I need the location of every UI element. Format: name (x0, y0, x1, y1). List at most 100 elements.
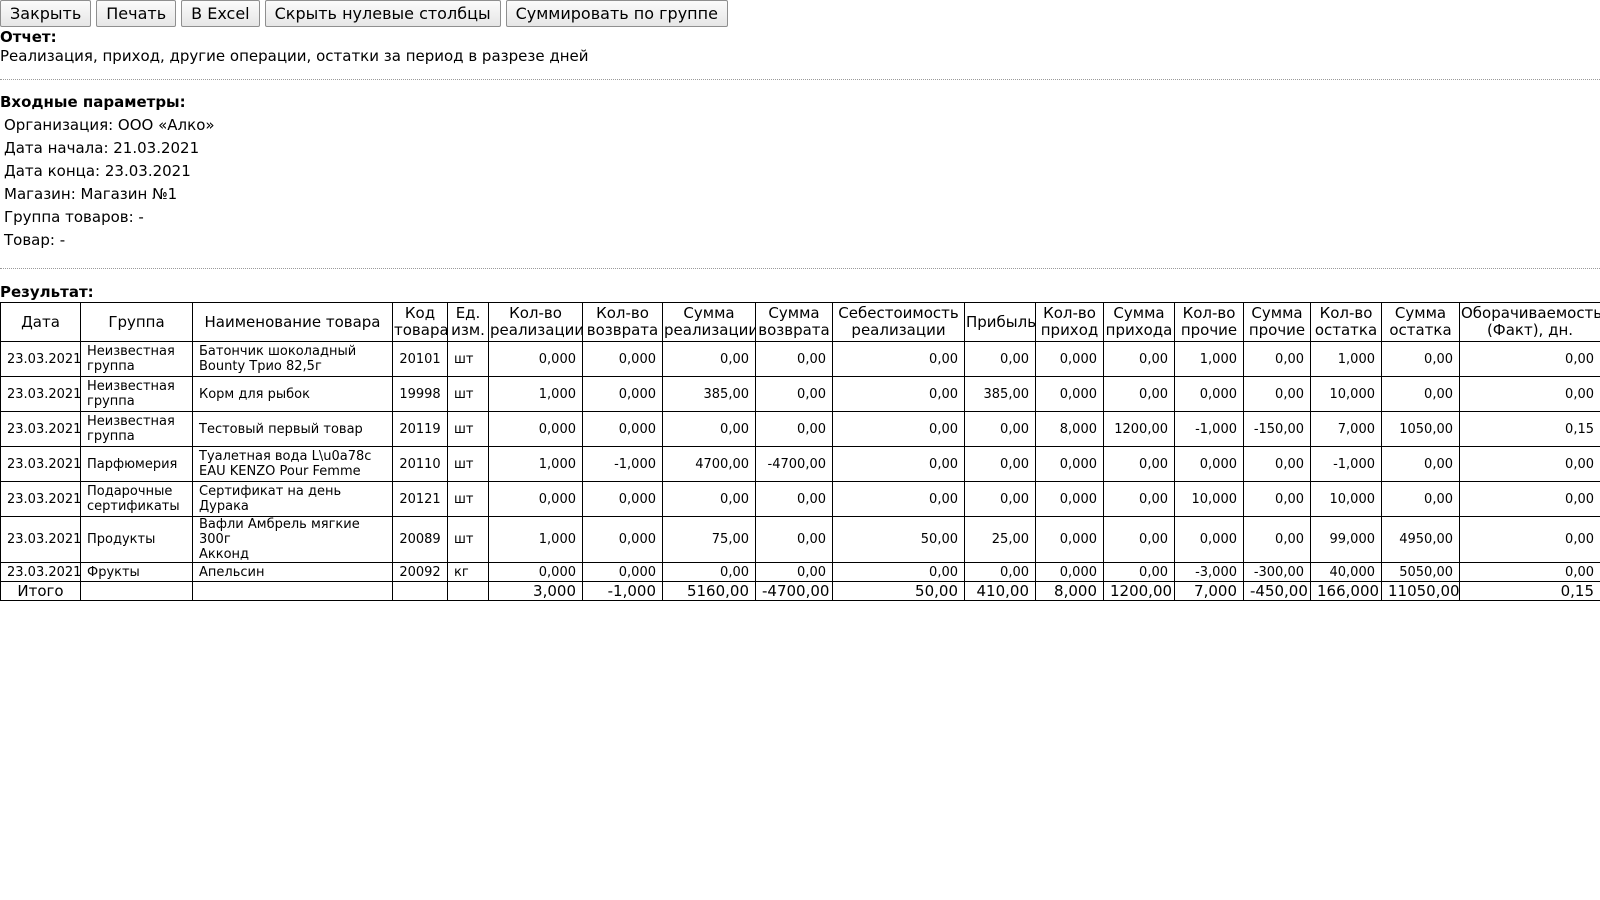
cell-unit: шт (447, 341, 489, 377)
cell-code: 20110 (392, 446, 448, 482)
table-row: 23.03.2021 Неизвестная группа Тестовый перв… (0, 411, 1600, 447)
table-header-row: Дата Группа Наименование товара Код товара Ед… (0, 302, 1600, 342)
cell-qty-other: 1,000 (1174, 341, 1244, 377)
cell-sum-in: 0,00 (1103, 341, 1175, 377)
cell-sum-other: -150,00 (1243, 411, 1311, 447)
column-header: Сумма остатка (1381, 302, 1460, 342)
cell-sum-ret: 0,00 (755, 516, 833, 563)
cell-cost: 0,00 (832, 562, 965, 582)
cell-qty-in: 0,000 (1035, 341, 1104, 377)
cell-qty-other: -1,000 (1174, 411, 1244, 447)
cell-text: Неизвестная (87, 344, 175, 359)
report-label: Отчет: (0, 28, 57, 46)
cell-qty-ret: 0,000 (582, 341, 663, 377)
cell-profit: 0,00 (964, 341, 1036, 377)
cell-cost: 50,00 (832, 516, 965, 563)
column-header-text: товара (394, 321, 448, 339)
cell-qty-other: -3,000 (1174, 562, 1244, 582)
cell-qty-sale: 1,000 (488, 376, 583, 412)
column-header-text: остатка (1314, 321, 1378, 339)
toolbar: Закрыть Печать В Excel Скрыть нулевые ст… (0, 0, 728, 27)
cell-qty-other: 10,000 (1174, 481, 1244, 517)
cell-sum-rest: 0,00 (1381, 376, 1460, 412)
cell-sum-ret: -4700,00 (755, 446, 833, 482)
result-label: Результат: (0, 283, 94, 301)
column-header-text: Кол-во (509, 304, 562, 322)
param-product-group: Группа товаров: - (4, 208, 144, 226)
cell-date: 23.03.2021 (0, 446, 81, 482)
cell-sum-rest: 1050,00 (1381, 411, 1460, 447)
column-header-text: Сумма (1394, 304, 1447, 322)
column-header: Кол-во остатка (1310, 302, 1382, 342)
column-header: Оборачиваемость (Факт), дн. (1459, 302, 1600, 342)
cell-qty-sale: 0,000 (488, 481, 583, 517)
cell-text: Подарочные (87, 484, 173, 499)
sum-by-group-button[interactable]: Суммировать по группе (505, 0, 728, 27)
total-sum-sale: 5160,00 (662, 581, 756, 601)
cell-unit: шт (447, 516, 489, 563)
cell-sum-ret: 0,00 (755, 376, 833, 412)
column-header-text: (Факт), дн. (1486, 321, 1574, 339)
cell-text: Фрукты (87, 564, 140, 580)
cell-name: Тестовый первый товар (192, 411, 393, 447)
cell-sum-sale: 4700,00 (662, 446, 756, 482)
total-cost: 50,00 (832, 581, 965, 601)
cell-name: Сертификат на день Дурака (192, 481, 393, 517)
cell-sum-rest: 5050,00 (1381, 562, 1460, 582)
hide-zero-columns-button[interactable]: Скрыть нулевые столбцы (264, 0, 501, 27)
cell-sum-rest: 0,00 (1381, 341, 1460, 377)
print-button[interactable]: Печать (96, 0, 177, 27)
export-excel-button[interactable]: В Excel (181, 0, 260, 27)
cell-code: 20092 (392, 562, 448, 582)
cell-sum-rest: 0,00 (1381, 481, 1460, 517)
cell-group: Парфюмерия (80, 446, 193, 482)
column-header-text: Сумма (768, 304, 820, 322)
cell-qty-rest: 10,000 (1310, 376, 1382, 412)
total-group (80, 581, 193, 601)
cell-group: Неизвестная группа (80, 411, 193, 447)
cell-qty-ret: -1,000 (582, 446, 663, 482)
cell-qty-in: 0,000 (1035, 376, 1104, 412)
close-button[interactable]: Закрыть (0, 0, 92, 27)
cell-qty-ret: 0,000 (582, 481, 663, 517)
cell-name: Вафли Амбрель мягкие 300г Акконд (192, 516, 393, 563)
cell-name: Апельсин (192, 562, 393, 582)
cell-code: 20101 (392, 341, 448, 377)
total-label: Итого (0, 581, 81, 601)
cell-date: 23.03.2021 (0, 516, 81, 563)
cell-name: Корм для рыбок (192, 376, 393, 412)
cell-date: 23.03.2021 (0, 376, 81, 412)
column-header: Ед. изм. (447, 302, 489, 342)
cell-unit: кг (447, 562, 489, 582)
total-turnover: 0,15 (1459, 581, 1600, 601)
column-header-text: Группа (108, 312, 165, 331)
table-row: 23.03.2021 Парфюмерия Туалетная вода L\u0a… (0, 446, 1600, 482)
cell-code: 20089 (392, 516, 448, 563)
cell-qty-ret: 0,000 (582, 376, 663, 412)
cell-profit: 0,00 (964, 411, 1036, 447)
cell-qty-other: 0,000 (1174, 376, 1244, 412)
cell-qty-other: 0,000 (1174, 516, 1244, 563)
column-header-text: Сумма (1251, 304, 1303, 322)
cell-text: Вафли Амбрель мягкие 300г (199, 517, 360, 548)
column-header-text: прочие (1180, 321, 1238, 339)
total-code (392, 581, 448, 601)
column-header-text: Кол-во (596, 304, 649, 322)
cell-qty-sale: 1,000 (488, 516, 583, 563)
cell-code: 20121 (392, 481, 448, 517)
column-header: Прибыль (964, 302, 1036, 342)
total-sum-in: 1200,00 (1103, 581, 1175, 601)
column-header: Себестоимость реализации (832, 302, 965, 342)
column-header-text: Кол-во (1319, 304, 1373, 322)
param-start-date: Дата начала: 21.03.2021 (4, 139, 200, 157)
cell-text: Bounty Трио 82,5г (199, 359, 322, 374)
column-header: Кол-во прочие (1174, 302, 1244, 342)
cell-qty-ret: 0,000 (582, 516, 663, 563)
cell-code: 20119 (392, 411, 448, 447)
column-header-text: Оборачиваемость (1461, 304, 1600, 322)
cell-qty-rest: 1,000 (1310, 341, 1382, 377)
cell-text: Неизвестная (87, 414, 175, 429)
cell-qty-in: 0,000 (1035, 446, 1104, 482)
column-header-text: Кол-во (1043, 304, 1096, 322)
cell-sum-ret: 0,00 (755, 481, 833, 517)
